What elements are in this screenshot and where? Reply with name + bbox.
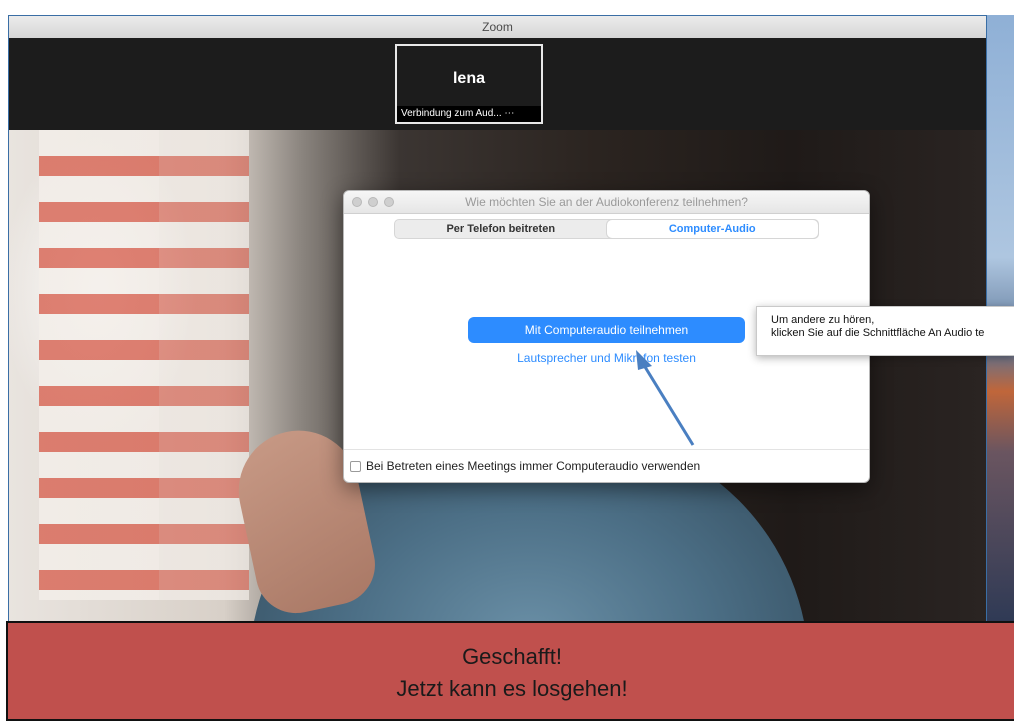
tooltip-line-1: Um andere zu hören, [771,314,875,326]
participant-strip: lena Verbindung zum Aud... ⋯ [9,38,986,130]
dialog-title: Wie möchten Sie an der Audiokonferenz te… [465,195,748,209]
banner-line-1: Geschafft! [462,644,562,669]
tooltip-line-2: klicken Sie auf die Schnittfläche An Aud… [771,327,985,339]
participant-tile[interactable]: lena Verbindung zum Aud... ⋯ [395,44,543,124]
participant-status: Verbindung zum Aud... ⋯ [397,106,541,122]
tab-computer-audio[interactable]: Computer-Audio [606,220,818,238]
test-speaker-mic-link[interactable]: Lautsprecher und Mikrofon testen [468,351,745,365]
window-titlebar: Zoom [9,16,986,39]
audio-tooltip: Um andere zu hören, klicken Sie auf die … [756,306,1014,356]
audio-tabs: Per Telefon beitreten Computer-Audio [394,219,819,239]
dialog-footer: Bei Betreten eines Meetings immer Comput… [344,449,869,482]
maximize-window-icon[interactable] [384,197,394,207]
always-computer-audio-checkbox[interactable] [350,460,361,472]
join-computer-audio-button[interactable]: Mit Computeraudio teilnehmen [468,317,745,343]
dialog-titlebar: Wie möchten Sie an der Audiokonferenz te… [344,191,869,214]
tab-phone[interactable]: Per Telefon beitreten [395,220,607,238]
banner-line-2: Jetzt kann es losgehen! [396,676,628,701]
caption-banner: Geschafft! Jetzt kann es losgehen! [6,621,1014,721]
minimize-window-icon[interactable] [368,197,378,207]
tooltip-pointer [757,322,766,341]
always-computer-audio-label[interactable]: Bei Betreten eines Meetings immer Comput… [366,459,700,473]
curtain-right [159,130,249,600]
participant-name: lena [452,70,485,87]
close-window-icon[interactable] [352,197,362,207]
curtain-left [39,130,159,600]
